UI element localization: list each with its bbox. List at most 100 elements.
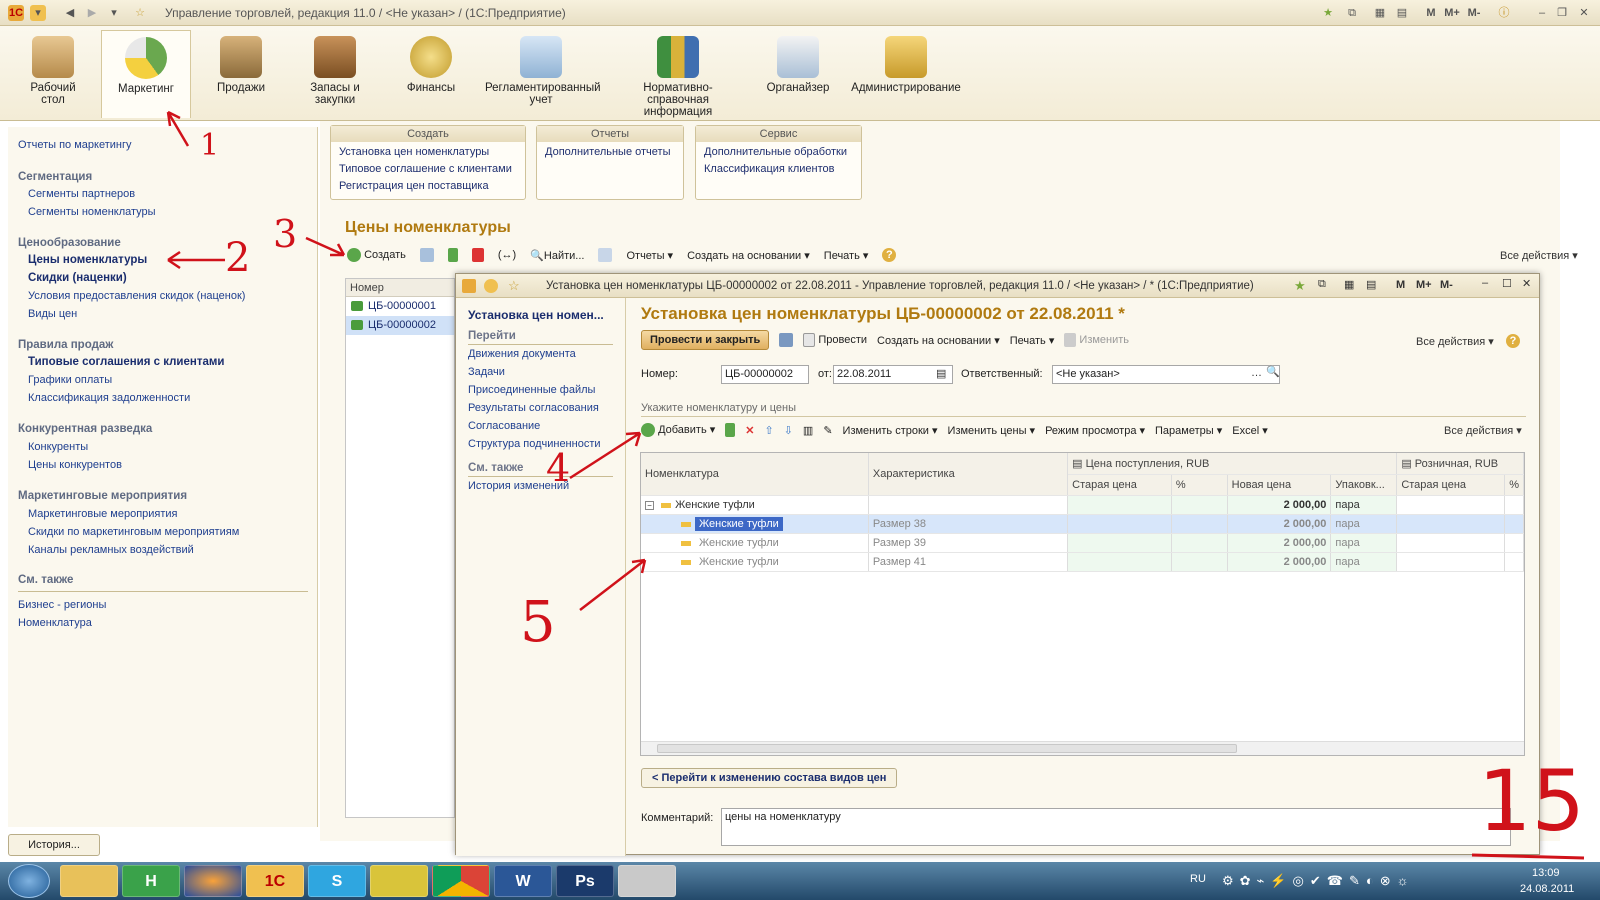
nav-link[interactable]: Конкуренты — [28, 441, 88, 453]
nav-link-marketing-reports[interactable]: Отчеты по маркетингу — [18, 139, 131, 151]
post-button[interactable]: Провести — [803, 333, 867, 347]
responsible-field[interactable]: <Не указан> — [1052, 365, 1280, 384]
tag-icon[interactable]: ✎ — [823, 424, 832, 437]
1c-logo-icon[interactable] — [462, 279, 476, 293]
favorite-star-icon[interactable]: ★ — [1294, 278, 1306, 294]
nav-link[interactable]: Скидки по маркетинговым мероприятиям — [28, 526, 239, 538]
table-all-actions-menu[interactable]: Все действия ▾ — [1444, 424, 1522, 437]
select-button[interactable]: … — [1251, 367, 1262, 379]
collapse-icon[interactable]: − — [645, 500, 654, 510]
history-button[interactable]: История... — [8, 834, 100, 856]
nav-link[interactable]: Графики оплаты — [28, 374, 112, 386]
params-menu[interactable]: Параметры ▾ — [1155, 424, 1222, 437]
barcode-icon[interactable]: ▥ — [803, 424, 813, 437]
section-finance[interactable]: Финансы — [386, 30, 476, 118]
close-icon[interactable]: ✕ — [1576, 5, 1592, 21]
list-all-actions-menu[interactable]: Все действия ▾ — [1500, 249, 1578, 262]
network-app-icon[interactable] — [370, 865, 428, 897]
panel-link[interactable]: Типовое соглашение с клиентами — [339, 161, 517, 178]
section-regulated[interactable]: Регламентированный учет — [485, 30, 601, 118]
bookmark-icon[interactable]: ⧉ — [1318, 278, 1326, 291]
memory-mplus-button[interactable]: M+ — [1416, 279, 1432, 291]
reports-menu[interactable]: Отчеты ▾ — [626, 249, 673, 262]
nav-link[interactable]: Виды цен — [28, 308, 77, 320]
scrollbar-thumb[interactable] — [657, 744, 1237, 753]
change-prices-menu[interactable]: Изменить цены ▾ — [948, 424, 1036, 437]
calendar-icon[interactable]: ▤ — [936, 367, 946, 380]
table-row[interactable]: Женские туфли Размер 39 2 000,00 пара — [641, 533, 1524, 553]
create-button[interactable]: Создать — [347, 248, 406, 262]
panel-link[interactable]: Установка цен номенклатуры — [339, 144, 517, 161]
h-app-icon[interactable]: H — [122, 865, 180, 897]
section-admin[interactable]: Администрирование — [850, 30, 962, 118]
tray-icons[interactable]: ⚙✿⌁⚡◎✔☎✎◐⊗☼ — [1222, 873, 1415, 889]
nav-link[interactable]: Задачи — [468, 366, 505, 378]
change-rows-menu[interactable]: Изменить строки ▾ — [843, 424, 938, 437]
favorite-star-icon[interactable]: ★ — [1320, 5, 1336, 21]
nav-current-document[interactable]: Установка цен номен... — [468, 308, 604, 322]
column-group-retail-price[interactable]: ▤ Розничная, RUB — [1396, 453, 1524, 475]
number-field[interactable]: ЦБ-00000002 — [721, 365, 809, 384]
calculator-icon[interactable]: ▦ — [1372, 5, 1388, 21]
edit-button[interactable]: Изменить — [1064, 333, 1129, 347]
nav-link[interactable]: Бизнес - регионы — [18, 599, 106, 611]
column-header-new-price[interactable]: Новая цена — [1227, 474, 1332, 496]
column-header-old-price[interactable]: Старая цена — [1067, 474, 1172, 496]
horizontal-scrollbar[interactable] — [641, 741, 1524, 755]
nav-link[interactable]: Присоединенные файлы — [468, 384, 595, 396]
close-icon[interactable]: ✕ — [1522, 277, 1531, 290]
save-icon[interactable] — [779, 333, 794, 347]
panel-link[interactable]: Регистрация цен поставщика — [339, 178, 517, 195]
minimize-icon[interactable]: – — [1534, 5, 1550, 21]
skype-icon[interactable]: S — [308, 865, 366, 897]
maximize-icon[interactable]: ☐ — [1502, 277, 1512, 290]
column-header-percent-retail[interactable]: % — [1504, 474, 1524, 496]
calculator-icon[interactable]: ▦ — [1344, 278, 1354, 291]
memory-mminus-button[interactable]: M- — [1440, 279, 1453, 291]
nav-link[interactable]: Условия предоставления скидок (наценок) — [28, 290, 245, 302]
clock-time[interactable]: 13:09 — [1532, 867, 1560, 879]
search-icon[interactable]: 🔍 — [1266, 365, 1280, 378]
calendar-icon[interactable]: ▤ — [1394, 5, 1410, 21]
column-header-percent[interactable]: % — [1171, 474, 1228, 496]
menu-icon[interactable] — [484, 279, 498, 293]
nav-link[interactable]: Сегменты номенклатуры — [28, 206, 156, 218]
print-menu[interactable]: Печать ▾ — [824, 249, 869, 262]
nav-link[interactable]: Движения документа — [468, 348, 576, 360]
nav-link[interactable]: Структура подчиненности — [468, 438, 601, 450]
post-and-close-button[interactable]: Провести и закрыть — [641, 330, 770, 350]
1c-logo-icon[interactable]: 1С — [8, 5, 24, 21]
memory-m-button[interactable]: M — [1422, 5, 1440, 21]
word-icon[interactable]: W — [494, 865, 552, 897]
column-header-characteristic[interactable]: Характеристика — [868, 453, 1069, 496]
nav-link[interactable]: Классификация задолженности — [28, 392, 190, 404]
nav-link[interactable]: Маркетинговые мероприятия — [28, 508, 178, 520]
column-group-receipt-price[interactable]: ▤ Цена поступления, RUB — [1067, 453, 1398, 475]
info-icon[interactable]: ⓘ — [1496, 5, 1512, 21]
memory-mplus-button[interactable]: M+ — [1442, 5, 1462, 21]
memory-m-button[interactable]: M — [1396, 279, 1405, 291]
explorer-icon[interactable] — [60, 865, 118, 897]
nav-link[interactable]: Сегменты партнеров — [28, 188, 135, 200]
clock-date[interactable]: 24.08.2011 — [1520, 883, 1574, 895]
nav-link[interactable]: Результаты согласования — [468, 402, 599, 414]
panel-link[interactable]: Классификация клиентов — [704, 161, 853, 178]
nav-link[interactable]: Согласование — [468, 420, 540, 432]
panel-link[interactable]: Дополнительные обработки — [704, 144, 853, 161]
memory-mminus-button[interactable]: M- — [1464, 5, 1484, 21]
help-icon[interactable]: ? — [1506, 334, 1520, 348]
column-header-number[interactable]: Номер — [346, 279, 454, 297]
section-reference[interactable]: Нормативно-справочная информация — [614, 30, 742, 118]
section-organizer[interactable]: Органайзер — [753, 30, 843, 118]
section-stock[interactable]: Запасы и закупки — [290, 30, 380, 118]
history-dropdown-icon[interactable]: ▾ — [106, 5, 122, 21]
media-icon[interactable] — [618, 865, 676, 897]
favorites-star-icon[interactable]: ☆ — [508, 278, 520, 294]
filter-icon[interactable] — [598, 248, 613, 262]
1c-icon[interactable]: 1С — [246, 865, 304, 897]
section-desktop[interactable]: Рабочий стол — [8, 30, 98, 118]
create-based-menu[interactable]: Создать на основании ▾ — [877, 334, 1000, 347]
photoshop-icon[interactable]: Ps — [556, 865, 614, 897]
nav-link[interactable]: Цены конкурентов — [28, 459, 122, 471]
nav-link[interactable]: Типовые соглашения с клиентами — [28, 356, 224, 368]
